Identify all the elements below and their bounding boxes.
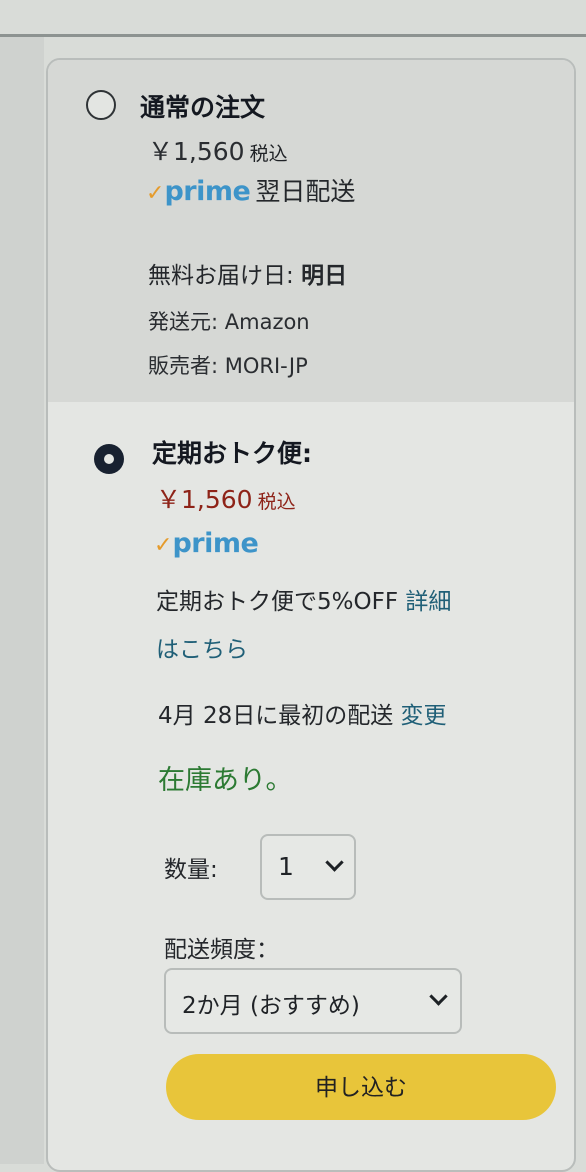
prime-check-icon: ✓ bbox=[146, 181, 165, 206]
free-delivery-value: 明日 bbox=[301, 263, 348, 289]
subscribe-button[interactable]: 申し込む bbox=[166, 1054, 556, 1120]
details-link[interactable]: 詳細 bbox=[405, 589, 451, 615]
subscribe-radio[interactable] bbox=[94, 444, 124, 474]
ships-from: 発送元: Amazon bbox=[148, 310, 310, 334]
subscribe-prime-row: ✓prime bbox=[154, 528, 259, 559]
discount-text: 定期おトク便で5%OFF bbox=[156, 589, 399, 615]
normal-order-title: 通常の注文 bbox=[140, 93, 266, 122]
quantity-select[interactable]: 1 bbox=[260, 834, 356, 900]
seller: 販売者: MORI-JP bbox=[148, 354, 308, 378]
chevron-down-icon bbox=[429, 987, 448, 1006]
free-delivery-row: 無料お届け日: 明日 bbox=[148, 256, 347, 290]
subscribe-tax-label: 税込 bbox=[257, 491, 296, 513]
quantity-value: 1 bbox=[278, 852, 294, 881]
subscribe-price: ￥1,560 bbox=[156, 485, 253, 514]
frequency-label: 配送頻度： bbox=[164, 937, 279, 963]
free-delivery-label: 無料お届け日: bbox=[148, 263, 294, 289]
frequency-select[interactable]: 2か月 (おすすめ) bbox=[164, 968, 462, 1034]
prime-check-icon: ✓ bbox=[154, 533, 173, 558]
subscribe-price-row: ￥1,560 税込 bbox=[156, 480, 296, 516]
change-delivery-link[interactable]: 変更 bbox=[401, 703, 447, 729]
details-link-continued[interactable]: はこちら bbox=[156, 630, 248, 664]
purchase-options-panel: 通常の注文 ￥1,560 税込 ✓prime 翌日配送 無料お届け日: 明日 発… bbox=[46, 58, 576, 1172]
normal-order-tax-label: 税込 bbox=[249, 143, 288, 165]
normal-order-price-row: ￥1,560 税込 bbox=[148, 132, 288, 168]
normal-order-section[interactable]: 通常の注文 ￥1,560 税込 ✓prime 翌日配送 無料お届け日: 明日 発… bbox=[48, 60, 574, 402]
subscribe-button-label: 申し込む bbox=[315, 1074, 407, 1100]
frequency-value: 2か月 (おすすめ) bbox=[182, 993, 360, 1019]
left-background bbox=[0, 37, 44, 1164]
first-delivery-text: 4月 28日に最初の配送 bbox=[158, 703, 394, 729]
quantity-label: 数量: bbox=[164, 857, 218, 883]
top-divider bbox=[0, 34, 586, 37]
chevron-down-icon bbox=[325, 853, 344, 872]
first-delivery-row: 4月 28日に最初の配送 変更 bbox=[158, 696, 447, 730]
prime-logo: prime bbox=[164, 176, 251, 207]
prime-logo: prime bbox=[172, 528, 259, 559]
delivery-type: 翌日配送 bbox=[255, 177, 356, 206]
normal-order-price: ￥1,560 bbox=[148, 137, 245, 166]
stock-status: 在庫あり。 bbox=[158, 765, 293, 796]
subscribe-title: 定期おトク便: bbox=[152, 439, 312, 468]
normal-order-prime-row: ✓prime 翌日配送 bbox=[146, 172, 355, 208]
discount-row: 定期おトク便で5%OFF 詳細 bbox=[156, 582, 451, 616]
normal-order-radio[interactable] bbox=[86, 90, 116, 120]
